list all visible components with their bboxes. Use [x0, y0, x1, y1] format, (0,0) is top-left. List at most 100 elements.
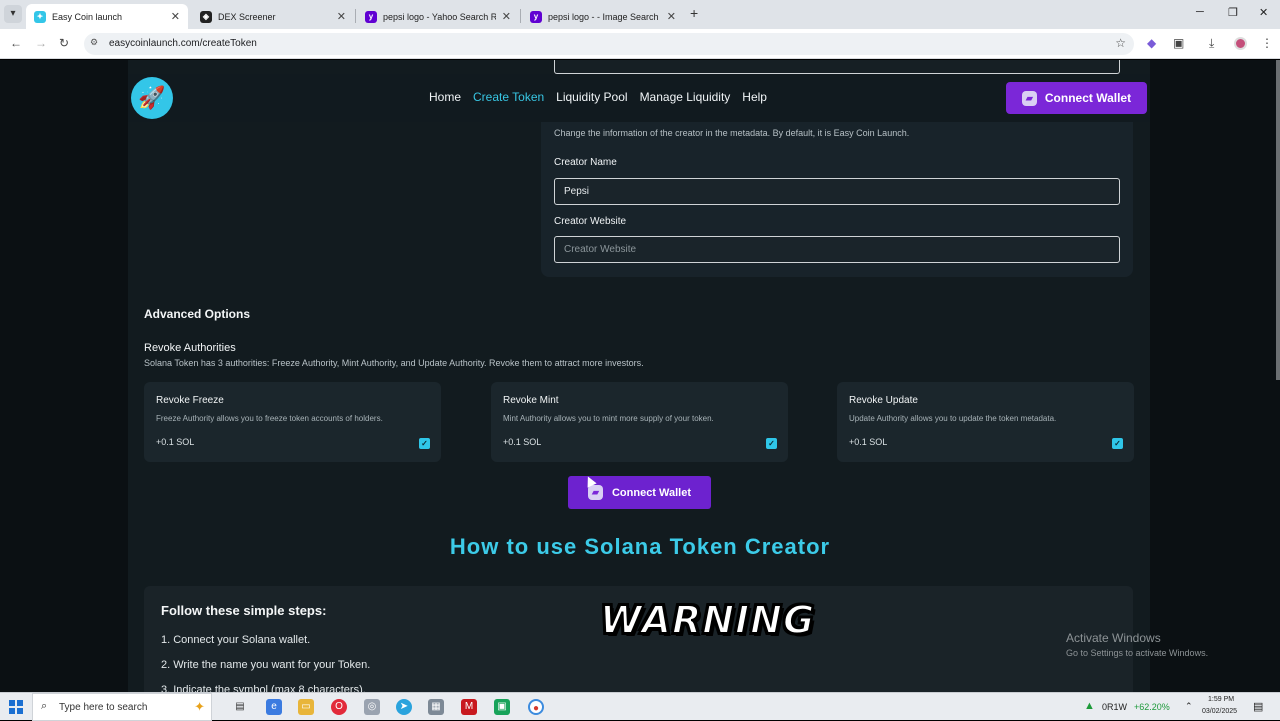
extension-icon[interactable]: ◆: [1147, 36, 1156, 50]
card-price: +0.1 SOL: [156, 437, 195, 447]
tab-close-icon[interactable]: ✕: [502, 10, 511, 23]
revoke-authorities-title: Revoke Authorities: [144, 342, 236, 354]
wallet-icon: ▰: [587, 485, 603, 500]
browser-toolbar: ← → ↻ ⚙ easycoinlaunch.com/createToken ☆…: [0, 29, 1280, 59]
activate-windows-title: Activate Windows: [1066, 631, 1161, 645]
bookmark-star-icon[interactable]: ☆: [1115, 36, 1126, 50]
file-explorer-icon[interactable]: ▭: [298, 699, 314, 715]
minimize-icon[interactable]: ─: [1196, 6, 1204, 18]
card-desc: Mint Authority allows you to mint more s…: [503, 414, 714, 423]
tab-dex-screener[interactable]: ◈ DEX Screener ✕: [192, 4, 354, 29]
nav-help[interactable]: Help: [742, 90, 767, 104]
tab-separator: [520, 9, 521, 23]
address-bar[interactable]: ⚙ easycoinlaunch.com/createToken ☆: [84, 33, 1134, 55]
card-title: Revoke Freeze: [156, 395, 224, 406]
card-desc: Update Authority allows you to update th…: [849, 414, 1057, 423]
tab-label: pepsi logo - - Image Search re: [548, 11, 661, 22]
tab-search-menu-icon[interactable]: ▾: [4, 5, 22, 23]
tab-label: pepsi logo - Yahoo Search Resu: [383, 11, 496, 22]
yahoo-favicon-icon: y: [365, 10, 377, 23]
app-icon[interactable]: ◎: [364, 699, 380, 715]
creator-website-input[interactable]: Creator Website: [554, 236, 1120, 263]
creator-name-input[interactable]: Pepsi: [554, 178, 1120, 205]
steps-title: Follow these simple steps:: [161, 603, 327, 618]
wallet-icon: ▰: [1021, 90, 1037, 106]
nav-manage-liquidity[interactable]: Manage Liquidity: [640, 90, 731, 104]
extensions-puzzle-icon[interactable]: ▣: [1173, 36, 1184, 50]
tab-yahoo-images[interactable]: y pepsi logo - - Image Search re ✕: [522, 4, 684, 29]
revoke-update-card[interactable]: Revoke Update Update Authority allows yo…: [837, 382, 1134, 462]
restore-icon[interactable]: ❐: [1228, 6, 1238, 19]
tray-chevron-icon[interactable]: ⌃: [1185, 701, 1193, 712]
more-menu-icon[interactable]: ⋮: [1261, 36, 1273, 50]
card-price: +0.1 SOL: [849, 437, 888, 447]
connect-wallet-label: Connect Wallet: [1044, 91, 1132, 105]
revoke-freeze-card[interactable]: Revoke Freeze Freeze Authority allows yo…: [144, 382, 441, 462]
tab-close-icon[interactable]: ✕: [667, 10, 676, 23]
rocket-logo-icon[interactable]: 🚀: [131, 77, 173, 119]
back-icon[interactable]: ←: [10, 36, 22, 50]
chrome-app-icon[interactable]: ●: [528, 699, 544, 715]
site-info-icon[interactable]: ⚙: [90, 37, 98, 48]
howto-heading: How to use Solana Token Creator: [449, 534, 831, 559]
card-desc: Freeze Authority allows you to freeze to…: [156, 414, 383, 423]
clock-date[interactable]: 03/02/2025: [1202, 708, 1237, 715]
tab-close-icon[interactable]: ✕: [171, 10, 180, 23]
forward-icon[interactable]: →: [35, 36, 47, 50]
clock-time[interactable]: 1:59 PM: [1208, 696, 1234, 703]
profile-avatar[interactable]: [1234, 37, 1247, 50]
taskbar-search[interactable]: ⌕ Type here to search ✦: [32, 693, 212, 721]
reload-icon[interactable]: ↻: [59, 36, 69, 50]
close-window-icon[interactable]: ✕: [1259, 6, 1268, 19]
app-icon[interactable]: ▣: [494, 699, 510, 715]
edge-app-icon[interactable]: e: [266, 699, 282, 715]
step-item: 2. Write the name you want for your Toke…: [161, 659, 371, 671]
warning-overlay-text: WARNING: [599, 597, 816, 643]
yahoo-favicon-icon: y: [530, 10, 542, 23]
step-item: 3. Indicate the symbol (max 8 characters…: [161, 684, 366, 692]
revoke-freeze-checkbox[interactable]: ✓: [419, 438, 430, 449]
connect-wallet-label: Connect Wallet: [611, 486, 692, 499]
page-scrollbar[interactable]: [1276, 60, 1280, 380]
nav-home[interactable]: Home: [429, 90, 461, 104]
creator-help-text: Change the information of the creator in…: [554, 128, 910, 138]
tab-close-icon[interactable]: ✕: [337, 10, 346, 23]
revoke-authorities-desc: Solana Token has 3 authorities: Freeze A…: [144, 358, 644, 368]
activate-windows-sub: Go to Settings to activate Windows.: [1066, 648, 1209, 658]
tab-separator: [355, 9, 356, 23]
search-icon: ⌕: [41, 700, 48, 712]
search-highlight-icon: ✦: [194, 699, 205, 714]
notification-icon[interactable]: ▤: [1253, 700, 1263, 713]
nav-create-token[interactable]: Create Token: [473, 90, 544, 104]
tab-strip: ▾ ✦ Easy Coin launch ✕ ◈ DEX Screener ✕ …: [0, 0, 1280, 29]
tab-easy-coin-launch[interactable]: ✦ Easy Coin launch ✕: [26, 4, 188, 29]
app-icon[interactable]: ▦: [428, 699, 444, 715]
revoke-update-checkbox[interactable]: ✓: [1112, 438, 1123, 449]
revoke-mint-checkbox[interactable]: ✓: [766, 438, 777, 449]
tray-ticker-change: +62.20%: [1134, 702, 1170, 712]
telegram-app-icon[interactable]: ➤: [396, 699, 412, 715]
connect-wallet-button[interactable]: ▰ Connect Wallet: [1006, 82, 1147, 114]
start-windows-icon[interactable]: [9, 700, 23, 714]
app-icon[interactable]: M: [461, 699, 477, 715]
url-text: easycoinlaunch.com/createToken: [109, 38, 257, 49]
tab-yahoo-search[interactable]: y pepsi logo - Yahoo Search Resu ✕: [357, 4, 519, 29]
web-page: Change the information of the creator in…: [0, 60, 1280, 692]
task-view-icon[interactable]: ▤: [232, 699, 248, 715]
card-title: Revoke Mint: [503, 395, 559, 406]
card-price: +0.1 SOL: [503, 437, 542, 447]
card-title: Revoke Update: [849, 395, 918, 406]
new-tab-icon[interactable]: +: [690, 5, 698, 21]
browser-window: ▾ ✦ Easy Coin launch ✕ ◈ DEX Screener ✕ …: [0, 0, 1280, 721]
tab-label: Easy Coin launch: [52, 11, 123, 22]
download-icon[interactable]: ⤓: [1209, 36, 1214, 51]
advanced-options-title: Advanced Options: [144, 307, 251, 321]
revoke-mint-card[interactable]: Revoke Mint Mint Authority allows you to…: [491, 382, 788, 462]
creator-name-label: Creator Name: [554, 157, 617, 168]
nav-liquidity-pool[interactable]: Liquidity Pool: [556, 90, 627, 104]
opera-app-icon[interactable]: O: [331, 699, 347, 715]
creator-website-label: Creator Website: [554, 216, 627, 227]
tab-label: DEX Screener: [218, 11, 276, 22]
chart-trend-icon: ▲: [1084, 700, 1095, 712]
description-field-edge[interactable]: [554, 60, 1120, 74]
